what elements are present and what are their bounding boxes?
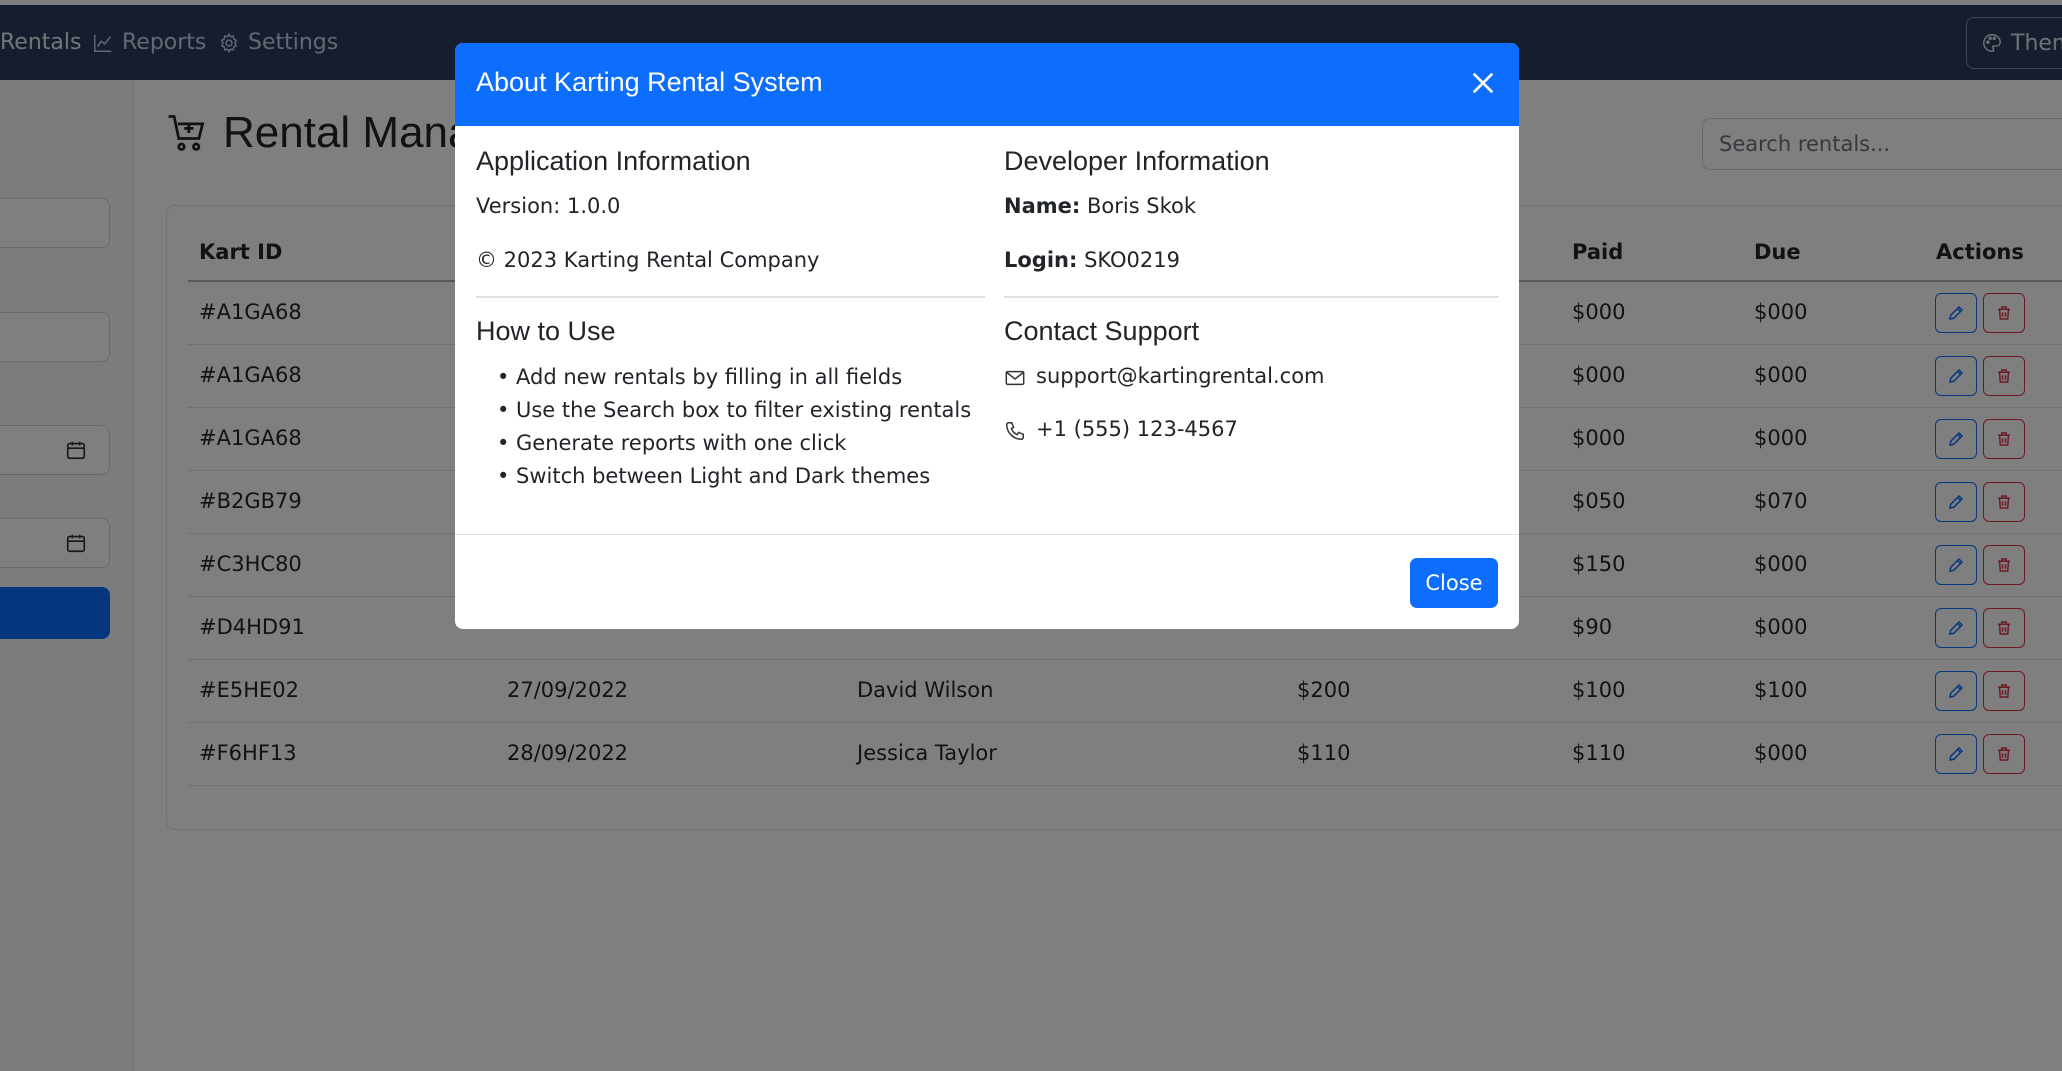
- close-icon[interactable]: [1467, 67, 1499, 99]
- dev-login-value: SKO0219: [1084, 248, 1181, 272]
- phone-icon: [1006, 422, 1024, 440]
- support-email[interactable]: support@kartingrental.com: [1036, 364, 1325, 388]
- modal-footer-divider: [455, 534, 1519, 535]
- dev-login: Login: SKO0219: [1004, 248, 1180, 272]
- list-item: Add new rentals by filling in all fields: [476, 361, 971, 394]
- modal-title: About Karting Rental System: [476, 67, 823, 97]
- dev-login-label: Login:: [1004, 248, 1078, 272]
- dev-name-label: Name:: [1004, 194, 1081, 218]
- divider: [476, 296, 985, 298]
- list-item: Switch between Light and Dark themes: [476, 460, 971, 493]
- how-to-list: Add new rentals by filling in all fields…: [476, 361, 971, 493]
- dev-name-value: Boris Skok: [1086, 194, 1197, 218]
- app-info-heading: Application Information: [476, 146, 751, 176]
- list-item: Use the Search box to filter existing re…: [476, 394, 971, 427]
- envelope-icon: [1005, 370, 1025, 386]
- how-to-heading: How to Use: [476, 316, 616, 346]
- list-item: Generate reports with one click: [476, 427, 971, 460]
- close-button[interactable]: Close: [1410, 558, 1498, 608]
- support-heading: Contact Support: [1004, 316, 1200, 346]
- dev-name: Name: Boris Skok: [1004, 194, 1196, 218]
- modal-header: About Karting Rental System: [455, 43, 1519, 126]
- divider: [1004, 296, 1499, 298]
- support-phone[interactable]: +1 (555) 123-4567: [1036, 417, 1238, 441]
- app-copyright: © 2023 Karting Rental Company: [476, 248, 820, 272]
- about-modal: About Karting Rental System Application …: [455, 43, 1519, 629]
- app-version: Version: 1.0.0: [476, 194, 621, 218]
- dev-info-heading: Developer Information: [1004, 146, 1270, 176]
